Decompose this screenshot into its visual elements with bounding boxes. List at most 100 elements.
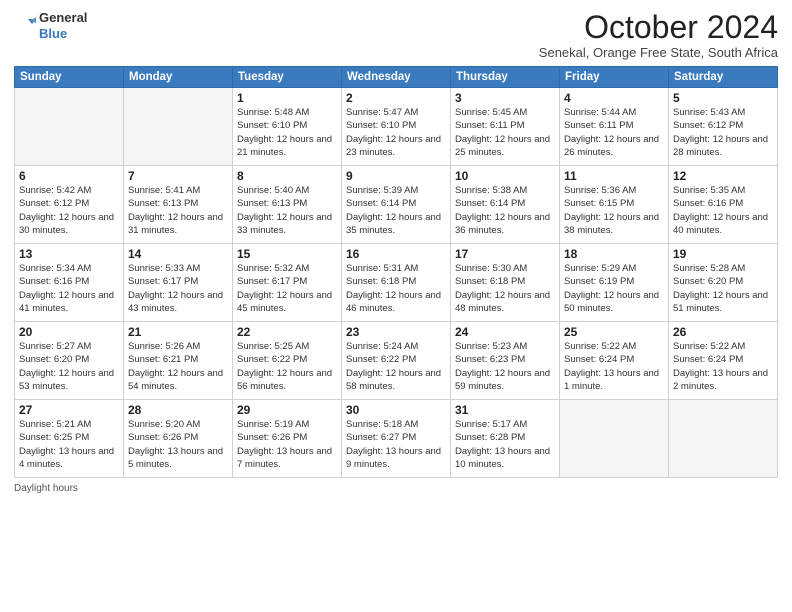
table-row: 19Sunrise: 5:28 AM Sunset: 6:20 PM Dayli… (669, 244, 778, 322)
day-info: Sunrise: 5:47 AM Sunset: 6:10 PM Dayligh… (346, 106, 446, 159)
month-title: October 2024 (539, 10, 778, 45)
week-row-1: 1Sunrise: 5:48 AM Sunset: 6:10 PM Daylig… (15, 88, 778, 166)
day-info: Sunrise: 5:48 AM Sunset: 6:10 PM Dayligh… (237, 106, 337, 159)
day-info: Sunrise: 5:26 AM Sunset: 6:21 PM Dayligh… (128, 340, 228, 393)
day-info: Sunrise: 5:35 AM Sunset: 6:16 PM Dayligh… (673, 184, 773, 237)
day-info: Sunrise: 5:17 AM Sunset: 6:28 PM Dayligh… (455, 418, 555, 471)
week-row-4: 20Sunrise: 5:27 AM Sunset: 6:20 PM Dayli… (15, 322, 778, 400)
table-row: 2Sunrise: 5:47 AM Sunset: 6:10 PM Daylig… (342, 88, 451, 166)
table-row: 18Sunrise: 5:29 AM Sunset: 6:19 PM Dayli… (560, 244, 669, 322)
table-row: 22Sunrise: 5:25 AM Sunset: 6:22 PM Dayli… (233, 322, 342, 400)
day-info: Sunrise: 5:44 AM Sunset: 6:11 PM Dayligh… (564, 106, 664, 159)
day-number: 19 (673, 247, 773, 261)
table-row (15, 88, 124, 166)
table-row: 15Sunrise: 5:32 AM Sunset: 6:17 PM Dayli… (233, 244, 342, 322)
header-thursday: Thursday (451, 67, 560, 88)
day-number: 29 (237, 403, 337, 417)
day-number: 10 (455, 169, 555, 183)
day-info: Sunrise: 5:24 AM Sunset: 6:22 PM Dayligh… (346, 340, 446, 393)
day-number: 12 (673, 169, 773, 183)
table-row (560, 400, 669, 478)
day-info: Sunrise: 5:25 AM Sunset: 6:22 PM Dayligh… (237, 340, 337, 393)
table-row: 10Sunrise: 5:38 AM Sunset: 6:14 PM Dayli… (451, 166, 560, 244)
header: General Blue October 2024 Senekal, Orang… (14, 10, 778, 60)
table-row: 12Sunrise: 5:35 AM Sunset: 6:16 PM Dayli… (669, 166, 778, 244)
header-wednesday: Wednesday (342, 67, 451, 88)
day-number: 18 (564, 247, 664, 261)
table-row: 17Sunrise: 5:30 AM Sunset: 6:18 PM Dayli… (451, 244, 560, 322)
day-number: 28 (128, 403, 228, 417)
table-row: 11Sunrise: 5:36 AM Sunset: 6:15 PM Dayli… (560, 166, 669, 244)
table-row: 9Sunrise: 5:39 AM Sunset: 6:14 PM Daylig… (342, 166, 451, 244)
table-row (669, 400, 778, 478)
footer-label: Daylight hours (14, 483, 78, 494)
day-info: Sunrise: 5:38 AM Sunset: 6:14 PM Dayligh… (455, 184, 555, 237)
week-row-3: 13Sunrise: 5:34 AM Sunset: 6:16 PM Dayli… (15, 244, 778, 322)
day-number: 14 (128, 247, 228, 261)
day-info: Sunrise: 5:27 AM Sunset: 6:20 PM Dayligh… (19, 340, 119, 393)
logo-bird-icon (14, 15, 36, 37)
day-number: 3 (455, 91, 555, 105)
table-row: 7Sunrise: 5:41 AM Sunset: 6:13 PM Daylig… (124, 166, 233, 244)
day-number: 23 (346, 325, 446, 339)
week-row-2: 6Sunrise: 5:42 AM Sunset: 6:12 PM Daylig… (15, 166, 778, 244)
day-info: Sunrise: 5:20 AM Sunset: 6:26 PM Dayligh… (128, 418, 228, 471)
table-row: 13Sunrise: 5:34 AM Sunset: 6:16 PM Dayli… (15, 244, 124, 322)
day-number: 1 (237, 91, 337, 105)
day-info: Sunrise: 5:18 AM Sunset: 6:27 PM Dayligh… (346, 418, 446, 471)
day-number: 31 (455, 403, 555, 417)
footer: Daylight hours (14, 483, 778, 494)
day-info: Sunrise: 5:19 AM Sunset: 6:26 PM Dayligh… (237, 418, 337, 471)
table-row: 1Sunrise: 5:48 AM Sunset: 6:10 PM Daylig… (233, 88, 342, 166)
day-number: 5 (673, 91, 773, 105)
calendar-header-row: SundayMondayTuesdayWednesdayThursdayFrid… (15, 67, 778, 88)
day-info: Sunrise: 5:43 AM Sunset: 6:12 PM Dayligh… (673, 106, 773, 159)
header-tuesday: Tuesday (233, 67, 342, 88)
header-saturday: Saturday (669, 67, 778, 88)
title-block: October 2024 Senekal, Orange Free State,… (539, 10, 778, 60)
day-info: Sunrise: 5:23 AM Sunset: 6:23 PM Dayligh… (455, 340, 555, 393)
day-number: 24 (455, 325, 555, 339)
subtitle: Senekal, Orange Free State, South Africa (539, 45, 778, 60)
day-info: Sunrise: 5:22 AM Sunset: 6:24 PM Dayligh… (564, 340, 664, 393)
day-info: Sunrise: 5:29 AM Sunset: 6:19 PM Dayligh… (564, 262, 664, 315)
day-number: 27 (19, 403, 119, 417)
logo: General Blue (14, 10, 87, 41)
day-info: Sunrise: 5:45 AM Sunset: 6:11 PM Dayligh… (455, 106, 555, 159)
day-number: 22 (237, 325, 337, 339)
day-number: 4 (564, 91, 664, 105)
table-row (124, 88, 233, 166)
table-row: 16Sunrise: 5:31 AM Sunset: 6:18 PM Dayli… (342, 244, 451, 322)
day-info: Sunrise: 5:31 AM Sunset: 6:18 PM Dayligh… (346, 262, 446, 315)
day-info: Sunrise: 5:40 AM Sunset: 6:13 PM Dayligh… (237, 184, 337, 237)
day-info: Sunrise: 5:39 AM Sunset: 6:14 PM Dayligh… (346, 184, 446, 237)
table-row: 26Sunrise: 5:22 AM Sunset: 6:24 PM Dayli… (669, 322, 778, 400)
day-info: Sunrise: 5:21 AM Sunset: 6:25 PM Dayligh… (19, 418, 119, 471)
table-row: 14Sunrise: 5:33 AM Sunset: 6:17 PM Dayli… (124, 244, 233, 322)
day-info: Sunrise: 5:42 AM Sunset: 6:12 PM Dayligh… (19, 184, 119, 237)
page: General Blue October 2024 Senekal, Orang… (0, 0, 792, 612)
day-info: Sunrise: 5:30 AM Sunset: 6:18 PM Dayligh… (455, 262, 555, 315)
table-row: 23Sunrise: 5:24 AM Sunset: 6:22 PM Dayli… (342, 322, 451, 400)
day-info: Sunrise: 5:41 AM Sunset: 6:13 PM Dayligh… (128, 184, 228, 237)
day-number: 26 (673, 325, 773, 339)
day-number: 25 (564, 325, 664, 339)
day-number: 11 (564, 169, 664, 183)
table-row: 29Sunrise: 5:19 AM Sunset: 6:26 PM Dayli… (233, 400, 342, 478)
table-row: 4Sunrise: 5:44 AM Sunset: 6:11 PM Daylig… (560, 88, 669, 166)
table-row: 6Sunrise: 5:42 AM Sunset: 6:12 PM Daylig… (15, 166, 124, 244)
day-number: 8 (237, 169, 337, 183)
day-info: Sunrise: 5:22 AM Sunset: 6:24 PM Dayligh… (673, 340, 773, 393)
header-friday: Friday (560, 67, 669, 88)
table-row: 5Sunrise: 5:43 AM Sunset: 6:12 PM Daylig… (669, 88, 778, 166)
day-info: Sunrise: 5:33 AM Sunset: 6:17 PM Dayligh… (128, 262, 228, 315)
day-number: 30 (346, 403, 446, 417)
week-row-5: 27Sunrise: 5:21 AM Sunset: 6:25 PM Dayli… (15, 400, 778, 478)
day-number: 7 (128, 169, 228, 183)
table-row: 25Sunrise: 5:22 AM Sunset: 6:24 PM Dayli… (560, 322, 669, 400)
day-info: Sunrise: 5:34 AM Sunset: 6:16 PM Dayligh… (19, 262, 119, 315)
day-number: 15 (237, 247, 337, 261)
day-number: 2 (346, 91, 446, 105)
day-info: Sunrise: 5:32 AM Sunset: 6:17 PM Dayligh… (237, 262, 337, 315)
table-row: 21Sunrise: 5:26 AM Sunset: 6:21 PM Dayli… (124, 322, 233, 400)
